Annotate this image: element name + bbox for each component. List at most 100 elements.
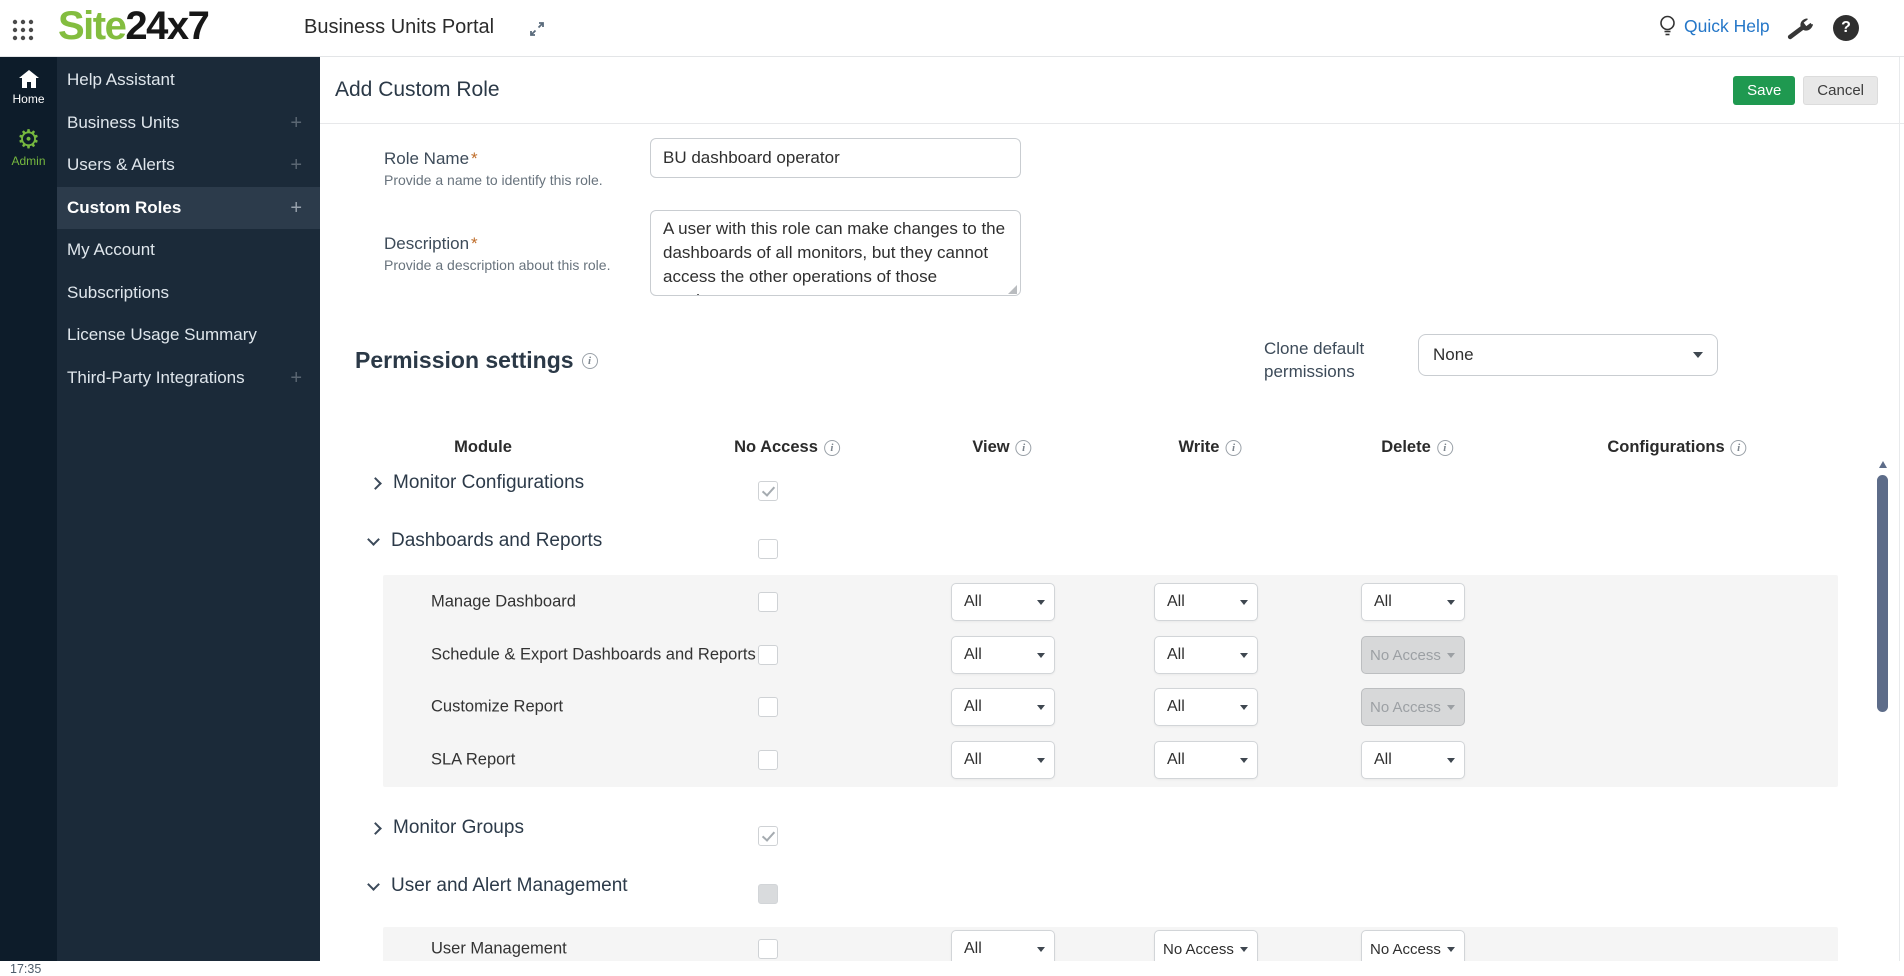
no-access-checkbox-user-management[interactable] xyxy=(758,939,778,959)
sidebar-item-license-usage-summary[interactable]: License Usage Summary xyxy=(57,314,320,356)
sub-row-label: Schedule & Export Dashboards and Reports xyxy=(431,646,756,665)
cancel-button[interactable]: Cancel xyxy=(1803,76,1878,105)
no-access-checkbox-customize-report[interactable] xyxy=(758,697,778,717)
group-row-monitor-configurations[interactable]: Monitor Configurations xyxy=(371,472,584,494)
sidebar-item-subscriptions[interactable]: Subscriptions xyxy=(57,272,320,314)
sidebar-item-help-assistant[interactable]: Help Assistant xyxy=(57,59,320,101)
scrollbar-thumb[interactable] xyxy=(1877,475,1888,712)
chevron-down-icon[interactable] xyxy=(367,878,380,891)
menu-label: Business Units xyxy=(67,113,179,133)
page-title: Add Custom Role xyxy=(335,78,500,102)
sub-row-label: User Management xyxy=(431,940,567,959)
column-header-delete: Deletei xyxy=(1381,438,1453,457)
sidebar-item-users-alerts[interactable]: Users & Alerts + xyxy=(57,144,320,186)
column-header-module: Module xyxy=(454,438,512,457)
menu-label: My Account xyxy=(67,240,155,260)
plus-icon[interactable]: + xyxy=(290,367,302,390)
write-dropdown-schedule-export[interactable]: All xyxy=(1154,636,1258,674)
write-dropdown-sla-report[interactable]: All xyxy=(1154,741,1258,779)
logo-site-part: Site xyxy=(58,4,125,48)
menu-label: Subscriptions xyxy=(67,283,169,303)
help-icon[interactable]: ? xyxy=(1833,15,1859,41)
chevron-right-icon[interactable] xyxy=(369,822,382,835)
write-dropdown-user-management[interactable]: No Access xyxy=(1154,930,1258,961)
rail-item-home[interactable]: Home xyxy=(0,69,57,106)
description-textarea[interactable]: A user with this role can make changes t… xyxy=(650,210,1021,296)
info-icon[interactable]: i xyxy=(1731,440,1747,456)
sidebar-item-business-units[interactable]: Business Units + xyxy=(57,102,320,144)
no-access-checkbox-dashboards-and-reports[interactable] xyxy=(758,539,778,559)
chevron-down-icon xyxy=(1240,758,1248,763)
chevron-down-icon xyxy=(1693,352,1703,358)
view-dropdown-customize-report[interactable]: All xyxy=(951,688,1055,726)
app-grid-icon[interactable] xyxy=(12,19,34,41)
plus-icon[interactable]: + xyxy=(290,112,302,135)
no-access-checkbox-manage-dashboard[interactable] xyxy=(758,592,778,612)
menu-label: Custom Roles xyxy=(67,198,181,218)
menu-label: Help Assistant xyxy=(67,70,175,90)
group-row-monitor-groups[interactable]: Monitor Groups xyxy=(371,817,524,839)
chevron-down-icon xyxy=(1447,653,1455,658)
info-icon[interactable]: i xyxy=(582,353,598,369)
wrench-icon[interactable] xyxy=(1786,15,1813,42)
view-dropdown-manage-dashboard[interactable]: All xyxy=(951,583,1055,621)
no-access-checkbox-user-and-alert-management[interactable] xyxy=(758,884,778,904)
sidebar-item-third-party-integrations[interactable]: Third-Party Integrations+ xyxy=(57,357,320,399)
view-dropdown-user-management[interactable]: All xyxy=(951,930,1055,961)
logo-24x7-part: 24x7 xyxy=(125,4,208,48)
chevron-right-icon[interactable] xyxy=(369,477,382,490)
description-label: Description* xyxy=(384,234,478,254)
group-label: Dashboards and Reports xyxy=(391,530,602,552)
column-header-configurations: Configurationsi xyxy=(1607,438,1746,457)
sidebar-icon-rail: Home ⚙ Admin 17:35 xyxy=(0,57,57,961)
chevron-down-icon xyxy=(1037,705,1045,710)
group-row-user-and-alert-management[interactable]: User and Alert Management xyxy=(369,875,628,897)
role-name-input[interactable] xyxy=(650,138,1021,178)
no-access-checkbox-monitor-groups[interactable] xyxy=(758,826,778,846)
chevron-down-icon xyxy=(1447,758,1455,763)
user-alert-management-subpanel xyxy=(383,927,1838,961)
chevron-down-icon xyxy=(1240,653,1248,658)
plus-icon[interactable]: + xyxy=(290,154,302,177)
delete-dropdown-user-management[interactable]: No Access xyxy=(1361,930,1465,961)
sidebar-item-custom-roles[interactable]: Custom Roles + xyxy=(57,187,320,229)
column-header-view: Viewi xyxy=(972,438,1031,457)
chevron-down-icon xyxy=(1240,705,1248,710)
group-label: User and Alert Management xyxy=(391,875,628,897)
sub-row-label: Customize Report xyxy=(431,698,563,717)
write-dropdown-customize-report[interactable]: All xyxy=(1154,688,1258,726)
chevron-down-icon xyxy=(1240,600,1248,605)
site24x7-logo[interactable]: Site24x7 xyxy=(58,4,208,49)
chevron-down-icon[interactable] xyxy=(367,533,380,546)
info-icon[interactable]: i xyxy=(824,440,840,456)
info-icon[interactable]: i xyxy=(1016,440,1032,456)
plus-icon[interactable]: + xyxy=(290,197,302,220)
no-access-checkbox-monitor-configurations[interactable] xyxy=(758,481,778,501)
lightbulb-icon xyxy=(1658,14,1677,39)
sidebar-item-my-account[interactable]: My Account xyxy=(57,229,320,271)
save-button[interactable]: Save xyxy=(1733,76,1795,105)
clone-permissions-dropdown[interactable]: None xyxy=(1418,334,1718,376)
scrollbar-up-arrow[interactable] xyxy=(1879,461,1887,468)
quick-help-button[interactable]: Quick Help xyxy=(1658,14,1770,39)
rail-item-admin[interactable]: ⚙ Admin xyxy=(0,127,57,168)
chevron-down-icon xyxy=(1447,600,1455,605)
dashboards-and-reports-subpanel xyxy=(383,575,1838,787)
no-access-checkbox-schedule-export[interactable] xyxy=(758,645,778,665)
info-icon[interactable]: i xyxy=(1225,440,1241,456)
no-access-checkbox-sla-report[interactable] xyxy=(758,750,778,770)
info-icon[interactable]: i xyxy=(1437,440,1453,456)
chevron-down-icon xyxy=(1240,947,1248,952)
menu-label: Users & Alerts xyxy=(67,155,175,175)
view-dropdown-sla-report[interactable]: All xyxy=(951,741,1055,779)
fullscreen-expand-icon[interactable] xyxy=(528,20,546,38)
write-dropdown-manage-dashboard[interactable]: All xyxy=(1154,583,1258,621)
delete-dropdown-customize-report: No Access xyxy=(1361,688,1465,726)
delete-dropdown-manage-dashboard[interactable]: All xyxy=(1361,583,1465,621)
question-glyph: ? xyxy=(1841,19,1851,37)
view-dropdown-schedule-export[interactable]: All xyxy=(951,636,1055,674)
group-row-dashboards-and-reports[interactable]: Dashboards and Reports xyxy=(369,530,602,552)
delete-dropdown-sla-report[interactable]: All xyxy=(1361,741,1465,779)
admin-menu: Help Assistant Business Units + Users & A… xyxy=(57,57,320,961)
textarea-resize-handle[interactable] xyxy=(1008,285,1017,294)
